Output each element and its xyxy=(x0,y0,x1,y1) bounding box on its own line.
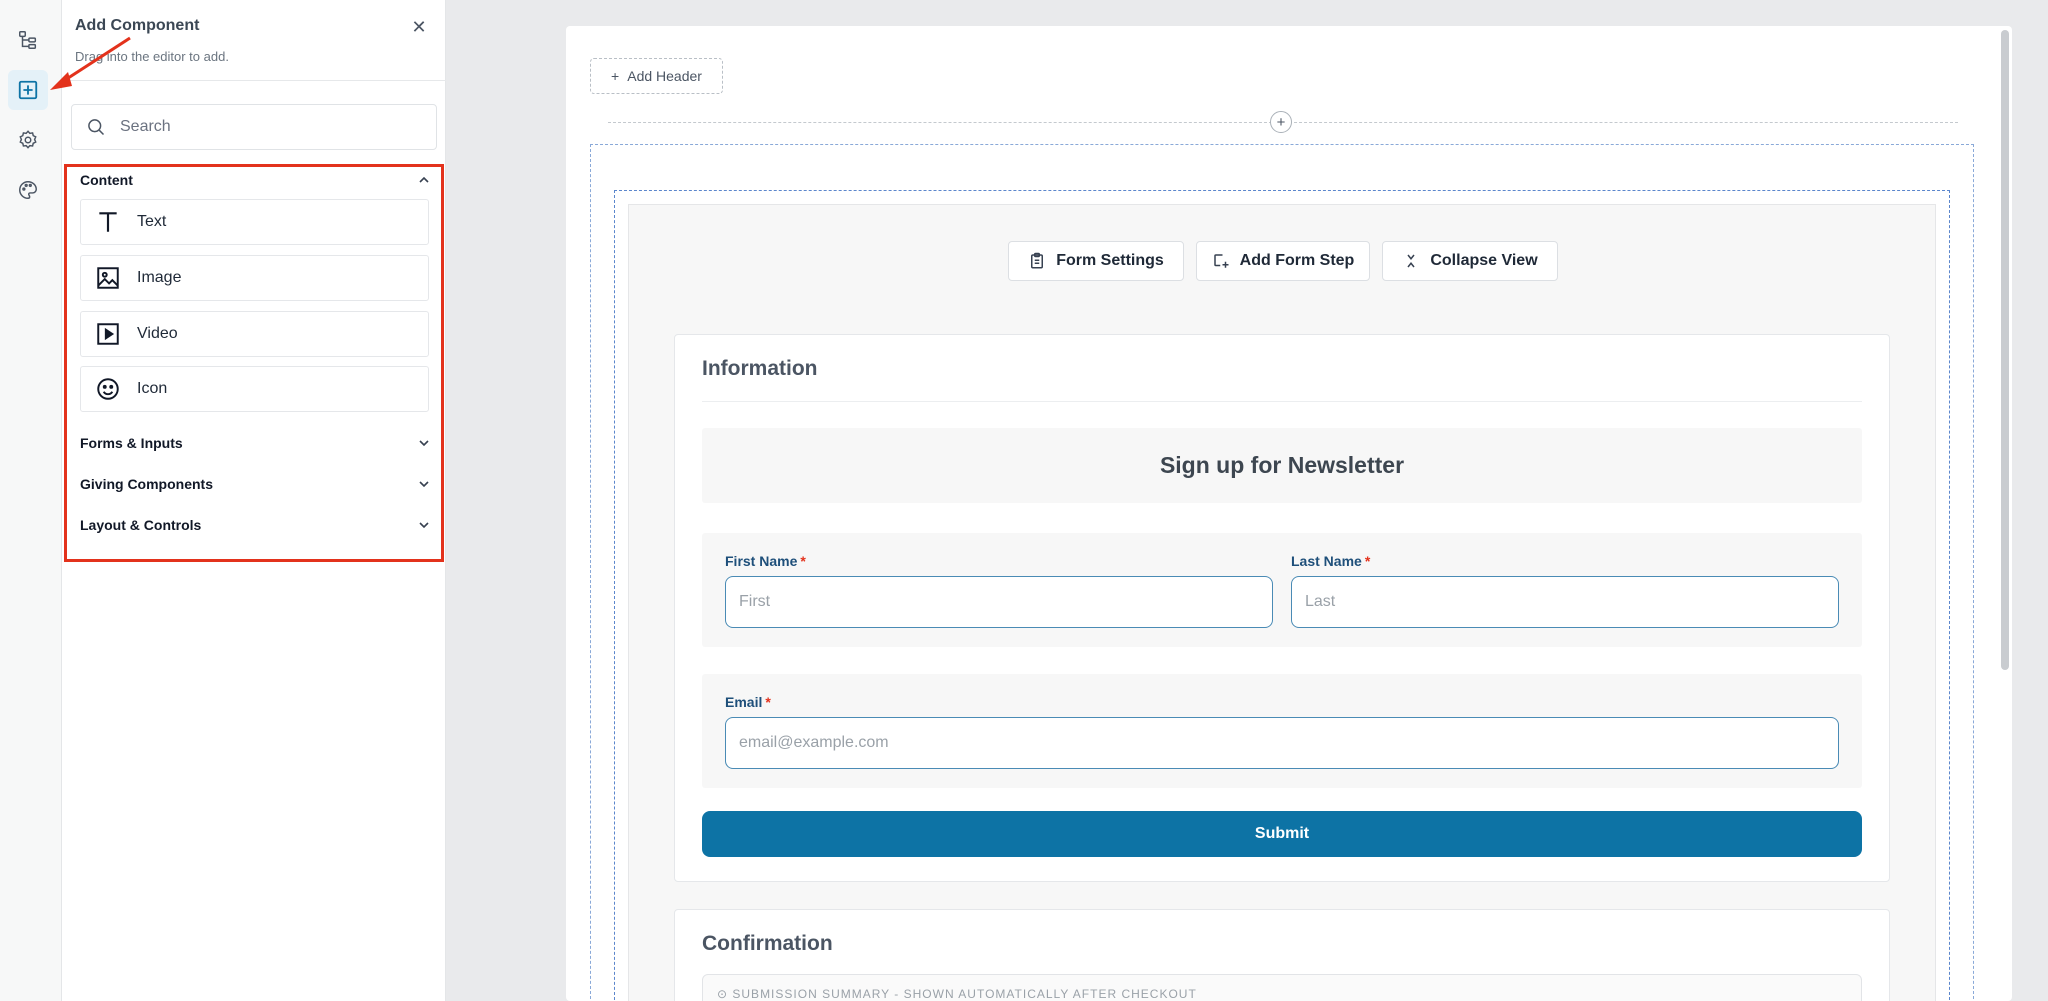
first-name-input[interactable] xyxy=(725,576,1273,628)
text-icon xyxy=(99,212,117,232)
close-icon: ✕ xyxy=(411,16,427,37)
component-item-label: Icon xyxy=(137,380,168,397)
search-input[interactable] xyxy=(120,118,420,136)
group-header-forms-inputs[interactable]: Forms & Inputs xyxy=(80,435,432,451)
collapse-view-label: Collapse View xyxy=(1430,252,1538,269)
required-mark: * xyxy=(765,694,771,710)
component-item-video[interactable]: Video xyxy=(80,311,429,357)
group-label: Forms & Inputs xyxy=(80,435,183,451)
canvas-scrollbar[interactable] xyxy=(2001,30,2009,670)
add-component-panel: Add Component Drag into the editor to ad… xyxy=(62,0,446,1001)
plus-icon: + xyxy=(611,68,620,84)
component-item-label: Text xyxy=(137,213,167,230)
submission-summary-note: ⊙ SUBMISSION SUMMARY - SHOWN AUTOMATICAL… xyxy=(702,974,1862,1001)
last-name-label: Last Name * xyxy=(1291,553,1370,569)
email-field-row: Email * xyxy=(702,674,1862,788)
add-square-icon xyxy=(18,80,38,100)
collapse-icon xyxy=(1407,254,1415,268)
tree-structure-icon xyxy=(19,31,37,49)
form-settings-button[interactable]: Form Settings xyxy=(1008,241,1184,281)
plus-icon: + xyxy=(1276,113,1286,131)
required-mark: * xyxy=(800,553,806,569)
icon-rail xyxy=(0,0,62,1001)
group-header-content[interactable]: Content xyxy=(80,172,432,188)
search-box[interactable] xyxy=(71,104,437,150)
component-item-icon[interactable]: Icon xyxy=(80,366,429,412)
first-name-label: First Name * xyxy=(725,553,806,569)
name-fields-row: First Name* Last Name* xyxy=(702,533,1862,647)
component-item-image[interactable]: Image xyxy=(80,255,429,301)
annotation-arrow-icon xyxy=(50,36,131,90)
group-label: Giving Components xyxy=(80,476,213,492)
group-label: Layout & Controls xyxy=(80,517,202,533)
first-name-label-text: First Name xyxy=(725,553,798,569)
group-header-layout-controls[interactable]: Layout & Controls xyxy=(80,517,432,533)
information-step-card: Information Sign up for Newsletter First… xyxy=(674,334,1890,882)
collapse-view-button[interactable]: Collapse View xyxy=(1382,241,1558,281)
add-header-label: Add Header xyxy=(627,68,702,84)
close-panel-button[interactable]: ✕ xyxy=(408,16,430,38)
email-input[interactable] xyxy=(725,717,1839,769)
chevron-up-icon xyxy=(419,176,429,183)
chevron-down-icon xyxy=(419,481,429,488)
add-form-step-label: Add Form Step xyxy=(1239,252,1355,269)
group-header-giving-components[interactable]: Giving Components xyxy=(80,476,432,492)
component-item-label: Video xyxy=(137,325,178,342)
required-mark: * xyxy=(1364,553,1371,569)
gear-icon xyxy=(19,130,37,149)
chevron-down-icon xyxy=(419,522,429,529)
image-icon xyxy=(97,267,119,289)
submit-button[interactable]: Submit xyxy=(702,811,1862,857)
component-item-label: Image xyxy=(137,269,182,286)
newsletter-heading: Sign up for Newsletter xyxy=(702,428,1862,503)
rail-settings-button[interactable] xyxy=(8,120,48,160)
insert-section-button[interactable]: + xyxy=(1270,111,1292,133)
search-icon xyxy=(88,119,105,136)
confirmation-step-card: Confirmation ⊙ SUBMISSION SUMMARY - SHOW… xyxy=(674,909,1890,1001)
step-title: Confirmation xyxy=(702,932,833,955)
rail-theme-button[interactable] xyxy=(8,170,48,210)
add-form-step-button[interactable]: Add Form Step xyxy=(1196,241,1370,281)
email-label-text: Email xyxy=(725,694,763,710)
video-icon xyxy=(97,323,119,345)
form-settings-label: Form Settings xyxy=(1056,252,1164,269)
group-label: Content xyxy=(80,172,133,188)
chevron-down-icon xyxy=(419,440,429,447)
card-divider xyxy=(702,401,1862,402)
smiley-icon xyxy=(97,378,119,400)
palette-icon xyxy=(19,181,37,199)
component-item-text[interactable]: Text xyxy=(80,199,429,245)
last-name-label-text: Last Name xyxy=(1291,553,1362,569)
last-name-input[interactable] xyxy=(1291,576,1839,628)
step-title: Information xyxy=(702,357,818,380)
email-label: Email * xyxy=(725,694,771,710)
add-header-button[interactable]: + Add Header xyxy=(590,58,723,94)
editor-canvas: + Add Header + Form Settings Add Form St… xyxy=(566,26,2012,1001)
clipboard-icon xyxy=(1031,252,1044,269)
add-step-icon xyxy=(1213,254,1229,268)
